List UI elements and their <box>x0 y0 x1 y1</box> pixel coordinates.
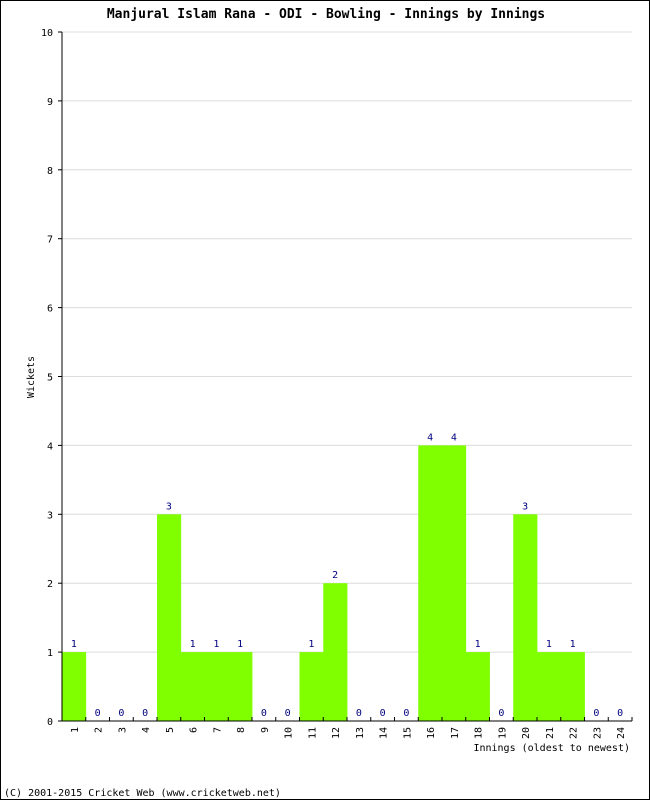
x-tick-label: 17 <box>450 727 461 739</box>
y-tick-label: 10 <box>41 28 53 39</box>
x-tick-label: 13 <box>355 727 366 739</box>
bar-value-label: 3 <box>522 501 528 512</box>
x-tick-label: 22 <box>569 727 580 739</box>
y-tick-label: 9 <box>47 97 53 108</box>
bar-value-label: 1 <box>71 639 77 650</box>
x-tick-label: 24 <box>616 727 627 739</box>
y-axis-label: Wickets <box>26 356 37 398</box>
x-tick-label: 1 <box>70 727 81 733</box>
bar <box>157 514 182 721</box>
bar-value-label: 0 <box>118 708 124 719</box>
chart-frame: Manjural Islam Rana - ODI - Bowling - In… <box>0 0 650 800</box>
bar-value-label: 1 <box>308 639 314 650</box>
bar-value-label: 1 <box>546 639 552 650</box>
x-tick-label: 20 <box>521 727 532 739</box>
bar <box>299 652 324 721</box>
x-tick-label: 9 <box>260 727 271 733</box>
bar <box>228 652 253 721</box>
bar-chart: Manjural Islam Rana - ODI - Bowling - In… <box>4 7 633 799</box>
x-tick-label: 15 <box>402 727 413 739</box>
bar-value-label: 1 <box>237 639 243 650</box>
y-tick-label: 2 <box>47 579 53 590</box>
x-tick-label: 14 <box>379 727 390 739</box>
bar-value-label: 0 <box>380 708 386 719</box>
y-tick-label: 3 <box>47 510 53 521</box>
x-tick-label: 7 <box>212 727 223 733</box>
y-tick-label: 0 <box>47 717 53 728</box>
x-tick-label: 4 <box>141 727 152 733</box>
x-tick-label: 6 <box>189 727 200 733</box>
bar-value-label: 0 <box>403 708 409 719</box>
x-tick-label: 3 <box>117 727 128 733</box>
bar-value-label: 4 <box>427 432 433 443</box>
bar-value-label: 2 <box>332 570 338 581</box>
bar <box>204 652 229 721</box>
bar-value-label: 0 <box>95 708 101 719</box>
bar-value-label: 0 <box>617 708 623 719</box>
bar-value-label: 3 <box>166 501 172 512</box>
x-tick-label: 11 <box>307 727 318 739</box>
bar-value-label: 1 <box>570 639 576 650</box>
x-tick-label: 5 <box>165 727 176 733</box>
bar <box>180 652 205 721</box>
chart-title: Manjural Islam Rana - ODI - Bowling - In… <box>107 7 545 22</box>
x-tick-label: 2 <box>94 727 105 733</box>
y-tick-label: 8 <box>47 166 53 177</box>
y-tick-label: 7 <box>47 235 53 246</box>
x-tick-label: 23 <box>592 727 603 739</box>
bar-value-label: 0 <box>285 708 291 719</box>
x-tick-label: 19 <box>497 727 508 739</box>
y-tick-label: 6 <box>47 304 53 315</box>
footer-copyright: (C) 2001-2015 Cricket Web (www.cricketwe… <box>4 788 281 799</box>
bar-value-label: 0 <box>593 708 599 719</box>
bar <box>442 445 467 721</box>
bar <box>560 652 585 721</box>
x-tick-label: 12 <box>331 727 342 739</box>
x-tick-label: 8 <box>236 727 247 733</box>
y-tick-label: 1 <box>47 648 53 659</box>
bar <box>418 445 443 721</box>
bar <box>537 652 562 721</box>
bar-value-label: 0 <box>356 708 362 719</box>
bar-value-label: 1 <box>213 639 219 650</box>
bar-value-label: 0 <box>498 708 504 719</box>
x-tick-label: 21 <box>545 727 556 739</box>
bar-value-label: 4 <box>451 432 457 443</box>
x-axis-label: Innings (oldest to newest) <box>473 743 630 754</box>
bar-value-label: 1 <box>475 639 481 650</box>
x-tick-label: 16 <box>426 727 437 739</box>
y-tick-label: 4 <box>47 441 53 452</box>
bar <box>513 514 538 721</box>
bar-value-label: 0 <box>261 708 267 719</box>
bar-value-label: 0 <box>142 708 148 719</box>
bar-value-label: 1 <box>190 639 196 650</box>
bar <box>465 652 490 721</box>
x-tick-label: 10 <box>284 727 295 739</box>
bar <box>62 652 87 721</box>
x-tick-label: 18 <box>474 727 485 739</box>
bar <box>323 583 348 721</box>
y-tick-label: 5 <box>47 373 53 384</box>
